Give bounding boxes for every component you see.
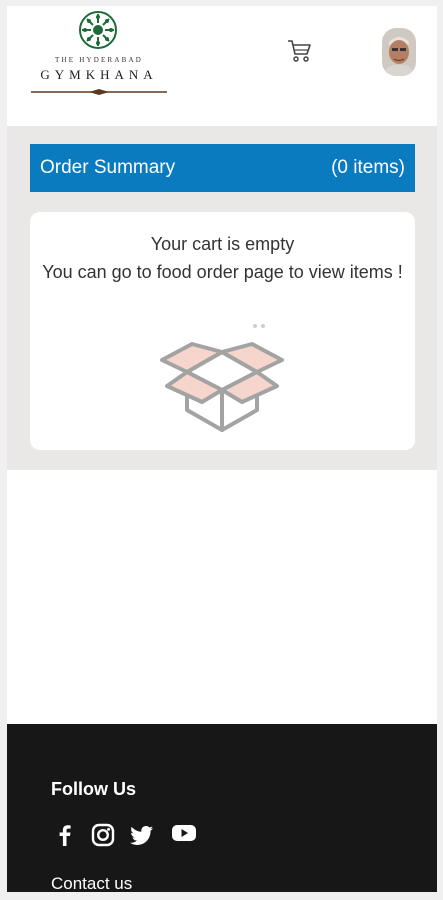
brand-line2: GYMKHANA	[40, 67, 158, 82]
empty-cart-hint: You can go to food order page to view it…	[42, 262, 403, 282]
header: THE HYDERABAD GYMKHANA	[7, 6, 437, 126]
cart-section: Order Summary (0 items) Your cart is emp…	[7, 126, 437, 470]
footer: Follow Us Contact us	[7, 724, 437, 892]
instagram-icon[interactable]	[90, 822, 116, 848]
brand-logo[interactable]: THE HYDERABAD GYMKHANA	[29, 8, 169, 100]
follow-us-title: Follow Us	[51, 779, 136, 799]
twitter-icon[interactable]	[129, 822, 155, 848]
cart-icon[interactable]	[285, 36, 313, 64]
logo-divider	[31, 89, 167, 95]
contact-us-link[interactable]: Contact us	[51, 874, 132, 892]
order-summary-bar: Order Summary (0 items)	[30, 144, 415, 192]
order-summary-title: Order Summary	[40, 157, 176, 178]
emblem-icon	[79, 11, 117, 49]
page: THE HYDERABAD GYMKHANA Order Summary (0 …	[7, 6, 437, 892]
brand-line1: THE HYDERABAD	[55, 56, 143, 64]
user-photo	[382, 28, 416, 76]
empty-cart-title: Your cart is empty	[150, 234, 295, 254]
empty-cart-card: Your cart is empty You can go to food or…	[30, 212, 415, 450]
facebook-icon[interactable]	[52, 822, 78, 848]
youtube-icon[interactable]	[171, 820, 197, 846]
open-box-icon	[160, 324, 284, 432]
avatar[interactable]	[382, 28, 416, 76]
order-item-count: (0 items)	[331, 157, 405, 178]
